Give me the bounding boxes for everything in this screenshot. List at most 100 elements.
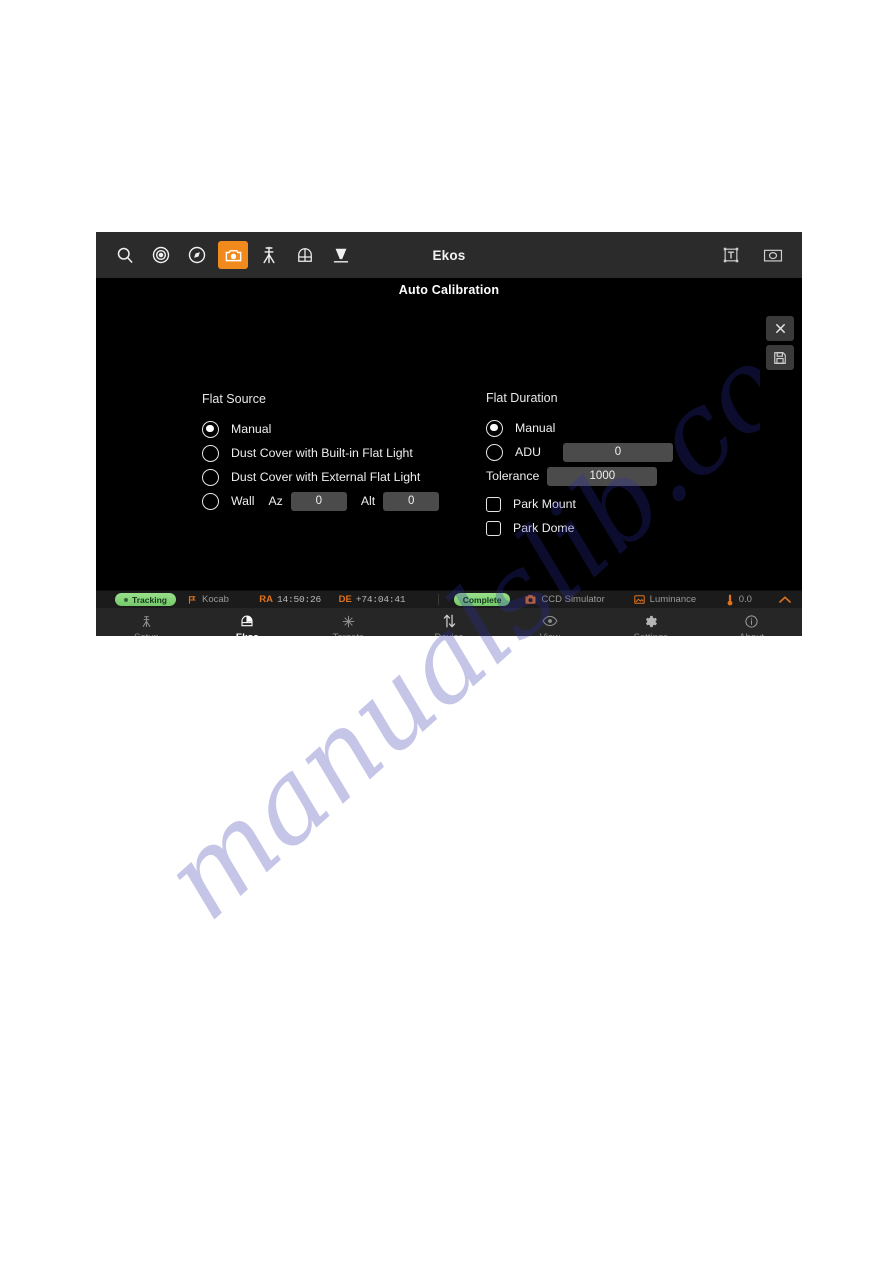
flat-source-option-wall[interactable]: Wall Az 0 Alt 0	[202, 489, 472, 513]
tab-targets[interactable]: Targets	[298, 608, 399, 636]
flat-source-group: Flat Source Manual Dust Cover with Built…	[202, 392, 472, 513]
temperature-segment: 0.0	[726, 591, 778, 608]
radio-icon[interactable]	[202, 444, 219, 462]
tripod-icon	[139, 613, 154, 629]
ra-segment: RA 14:50:26	[259, 591, 338, 608]
status-badge-mount: Tracking	[115, 593, 176, 606]
tab-label: Targets	[333, 632, 364, 636]
tab-ekos[interactable]: Ekos	[197, 608, 298, 636]
radio-icon[interactable]	[202, 492, 219, 510]
tripod-icon[interactable]	[254, 241, 284, 269]
target-segment[interactable]: Kocab	[187, 591, 259, 608]
status-badge-capture: Complete	[453, 593, 511, 606]
mount-status-segment[interactable]: Tracking	[104, 591, 187, 608]
status-dot-icon	[124, 597, 129, 602]
filter-icon	[633, 594, 645, 605]
flat-duration-option-adu[interactable]: ADU 0	[486, 440, 686, 464]
flat-source-option-manual[interactable]: Manual	[202, 417, 472, 441]
de-segment: DE +74:04:41	[339, 591, 438, 608]
tab-label: View	[540, 632, 560, 636]
flat-source-option-label: Dust Cover with Built-in Flat Light	[231, 446, 413, 460]
thermometer-icon	[726, 594, 734, 606]
bottom-tab-bar: Setup Ekos Targets	[96, 608, 802, 636]
tab-device[interactable]: Device	[399, 608, 500, 636]
dome-icon[interactable]	[290, 241, 320, 269]
tolerance-row: Tolerance 1000	[486, 464, 686, 488]
snapshot-icon[interactable]	[758, 241, 788, 269]
ra-label: RA	[259, 594, 273, 605]
target-name: Kocab	[202, 594, 229, 605]
tab-about[interactable]: About	[701, 608, 802, 636]
eye-icon	[542, 613, 558, 629]
flag-icon	[187, 595, 197, 605]
flat-source-option-dustcover-builtin[interactable]: Dust Cover with Built-in Flat Light	[202, 441, 472, 465]
camera-name: CCD Simulator	[541, 594, 605, 605]
filter-name: Luminance	[649, 594, 697, 605]
flat-source-option-label: Wall	[231, 494, 255, 508]
flat-duration-option-label: Manual	[515, 421, 556, 435]
flat-source-option-label: Dust Cover with External Flat Light	[231, 470, 421, 484]
compass-icon[interactable]	[182, 241, 212, 269]
save-button[interactable]	[766, 345, 794, 370]
camera-icon	[525, 594, 536, 605]
mount-status-text: Tracking	[132, 594, 167, 605]
transfer-icon	[442, 613, 457, 629]
flat-source-option-label: Manual	[231, 422, 272, 436]
tab-label: Settings	[634, 632, 668, 636]
de-label: DE	[338, 594, 352, 605]
wall-alt-input[interactable]: 0	[383, 491, 440, 511]
tab-label: About	[739, 632, 764, 636]
flat-duration-option-label: ADU	[515, 445, 541, 459]
flat-source-title: Flat Source	[202, 392, 266, 406]
tab-view[interactable]: View	[499, 608, 600, 636]
flat-duration-option-manual[interactable]: Manual	[486, 416, 686, 440]
ra-value: 14:50:26	[276, 594, 321, 605]
chevron-up-icon[interactable]	[778, 595, 792, 605]
flat-duration-group: Flat Duration Manual ADU 0 Tolerance 100…	[486, 391, 686, 540]
capture-status-segment[interactable]: Complete	[439, 591, 526, 608]
checkbox-icon[interactable]	[486, 496, 501, 512]
filter-segment[interactable]: Luminance	[633, 591, 726, 608]
target-icon[interactable]	[146, 241, 176, 269]
star-icon	[341, 613, 356, 629]
dome-icon	[239, 613, 255, 629]
app-window: Ekos Auto Calibration Flat Source Manual…	[96, 232, 802, 636]
page-header: Auto Calibration	[96, 278, 802, 302]
search-icon[interactable]	[110, 241, 140, 269]
park-mount-label: Park Mount	[513, 497, 576, 511]
wall-az-input[interactable]: 0	[290, 491, 347, 511]
tab-setup[interactable]: Setup	[96, 608, 197, 636]
camera-segment[interactable]: CCD Simulator	[525, 591, 633, 608]
flat-source-option-dustcover-external[interactable]: Dust Cover with External Flat Light	[202, 465, 472, 489]
main-content: Flat Source Manual Dust Cover with Built…	[96, 302, 802, 590]
gear-icon	[643, 613, 658, 629]
top-toolbar: Ekos	[96, 232, 802, 278]
wall-az-label: Az	[268, 494, 283, 508]
flat-light-icon[interactable]	[326, 241, 356, 269]
page-title: Auto Calibration	[398, 283, 500, 297]
de-value: +74:04:41	[355, 594, 406, 605]
flat-duration-title: Flat Duration	[486, 391, 558, 405]
toolbar-left-icons	[110, 241, 356, 269]
camera-icon[interactable]	[218, 241, 248, 269]
radio-icon[interactable]	[486, 443, 503, 461]
park-mount-row[interactable]: Park Mount	[486, 492, 686, 516]
park-dome-row[interactable]: Park Dome	[486, 516, 686, 540]
tolerance-input[interactable]: 1000	[547, 466, 658, 486]
panel-actions	[766, 316, 794, 370]
text-frame-icon[interactable]	[716, 241, 746, 269]
adu-input[interactable]: 0	[562, 442, 673, 462]
expand-status-button[interactable]	[778, 591, 794, 608]
radio-icon[interactable]	[202, 468, 219, 486]
close-button[interactable]	[766, 316, 794, 341]
info-icon	[744, 613, 759, 629]
temperature-value: 0.0	[738, 594, 752, 605]
radio-icon[interactable]	[486, 419, 503, 437]
tab-label: Ekos	[236, 632, 259, 636]
tab-label: Device	[434, 632, 463, 636]
radio-icon[interactable]	[202, 420, 219, 438]
checkbox-icon[interactable]	[486, 520, 501, 536]
wall-alt-label: Alt	[360, 494, 376, 508]
tab-label: Setup	[134, 632, 159, 636]
tab-settings[interactable]: Settings	[600, 608, 701, 636]
